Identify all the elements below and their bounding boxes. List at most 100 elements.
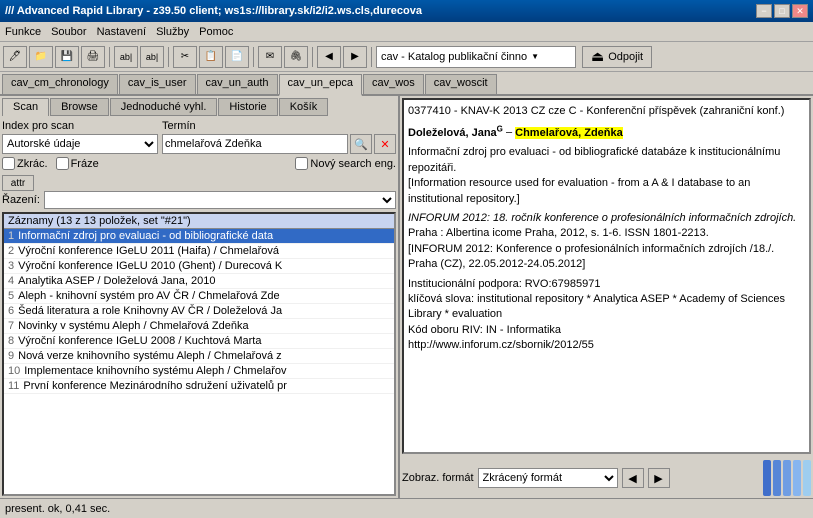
- tb-icon-11[interactable]: 🖇: [284, 46, 308, 68]
- search-area: Index pro scan Autorské údaje Termín 🔍 ✕: [2, 120, 396, 154]
- dropdown-arrow-icon: ▼: [531, 52, 539, 61]
- format-select[interactable]: Zkrácený formát: [478, 468, 618, 488]
- attr-button[interactable]: attr: [2, 175, 34, 191]
- index-box: Index pro scan Autorské údaje: [2, 120, 158, 154]
- tb-sep-2: [168, 47, 169, 67]
- tb-icon-5[interactable]: ab|: [114, 46, 138, 68]
- tb-icon-3[interactable]: 💾: [55, 46, 79, 68]
- detail-source2: [INFORUM 2012: Konference o profesionáln…: [408, 242, 805, 273]
- detail-url: http://www.inforum.cz/sbornik/2012/55: [408, 338, 805, 353]
- result-item[interactable]: 2Výroční konference IGeLU 2011 (Haifa) /…: [4, 244, 394, 259]
- tb-icon-1[interactable]: 🖊: [3, 46, 27, 68]
- tab-jednoduche[interactable]: Jednoduché vyhl.: [110, 98, 218, 116]
- top-tabs: cav_cm_chronology cav_is_user cav_un_aut…: [0, 72, 813, 96]
- term-input[interactable]: [162, 134, 348, 154]
- menu-nastaveni[interactable]: Nastavení: [97, 26, 147, 38]
- detail-line1: 0377410 - KNAV-K 2013 CZ cze C - Konfere…: [408, 104, 805, 119]
- detail-desc: Informační zdroj pro evaluaci - od bibli…: [408, 145, 805, 176]
- term-box: Termín 🔍 ✕: [162, 120, 396, 154]
- check-novy[interactable]: Nový search eng.: [295, 157, 396, 170]
- disconnect-button[interactable]: ⏏ Odpojit: [582, 46, 652, 68]
- author1: Doleželová, JanaG: [408, 127, 503, 139]
- stripe-bar-5: [803, 460, 811, 496]
- result-item[interactable]: 8Výroční konference IGeLU 2008 / Kuchtov…: [4, 334, 394, 349]
- format-row: Zobraz. formát Zkrácený formát ◀ ▶: [402, 457, 811, 496]
- tb-sep-4: [312, 47, 313, 67]
- tb-sep-3: [253, 47, 254, 67]
- tab-cav-wos[interactable]: cav_wos: [363, 74, 424, 94]
- tb-icon-4[interactable]: 🖨: [81, 46, 105, 68]
- sort-row: Řazení:: [2, 191, 396, 209]
- maximize-button[interactable]: □: [774, 4, 790, 18]
- index-select[interactable]: Autorské údaje: [2, 134, 158, 154]
- tab-cav-is-user[interactable]: cav_is_user: [119, 74, 196, 94]
- check-zkrac-input[interactable]: [2, 157, 15, 170]
- close-button[interactable]: ✕: [792, 4, 808, 18]
- tab-kosik[interactable]: Košík: [279, 98, 329, 116]
- title-bar: /// Advanced Rapid Library - z39.50 clie…: [0, 0, 813, 22]
- term-row: 🔍 ✕: [162, 134, 396, 154]
- tb-icon-10[interactable]: ✉: [258, 46, 282, 68]
- result-item[interactable]: 10Implementace knihovního systému Aleph …: [4, 364, 394, 379]
- detail-text: 0377410 - KNAV-K 2013 CZ cze C - Konfere…: [402, 98, 811, 454]
- tab-cav-un-auth[interactable]: cav_un_auth: [197, 74, 278, 94]
- format-btn-1[interactable]: ◀: [622, 468, 644, 488]
- tab-scan[interactable]: Scan: [2, 98, 49, 116]
- check-novy-input[interactable]: [295, 157, 308, 170]
- result-item[interactable]: 4Analytika ASEP / Doleželová Jana, 2010: [4, 274, 394, 289]
- result-item[interactable]: 11První konference Mezinárodního sdružen…: [4, 379, 394, 394]
- stripe-bar-4: [793, 460, 801, 496]
- detail-support: Institucionální podpora: RVO:67985971: [408, 277, 805, 292]
- result-item[interactable]: 5Aleph - knihovní systém pro AV ČR / Chm…: [4, 289, 394, 304]
- result-item[interactable]: 6Šedá literatura a role Knihovny AV ČR /…: [4, 304, 394, 319]
- check-fraze-input[interactable]: [56, 157, 69, 170]
- decorative-stripe: [763, 460, 811, 496]
- toolbar: 🖊 📁 💾 🖨 ab| ab| ✂ 📋 📄 ✉ 🖇 ◀ ▶ cav - Kata…: [0, 42, 813, 72]
- format-btn-2[interactable]: ▶: [648, 468, 670, 488]
- detail-keywords: klíčová slova: institutional repository …: [408, 292, 805, 323]
- clear-btn[interactable]: ✕: [374, 134, 396, 154]
- format-label: Zobraz. formát: [402, 472, 474, 484]
- tb-catalog-dropdown[interactable]: cav - Katalog publikační činno ▼: [376, 46, 576, 68]
- detail-authors: Doleželová, JanaG – Chmelařová, Zdeňka: [408, 123, 805, 141]
- result-item[interactable]: 1Informační zdroj pro evaluaci - od bibl…: [4, 229, 394, 244]
- right-panel: 0377410 - KNAV-K 2013 CZ cze C - Konfere…: [400, 96, 813, 498]
- sort-select[interactable]: [44, 191, 396, 209]
- stripe-bar-2: [773, 460, 781, 496]
- check-row: Zkrác. Fráze Nový search eng.: [2, 157, 396, 170]
- tb-sep-5: [371, 47, 372, 67]
- menu-funkce[interactable]: Funkce: [5, 26, 41, 38]
- title-bar-buttons: − □ ✕: [756, 4, 808, 18]
- result-item[interactable]: 3Výroční konference IGeLU 2010 (Ghent) /…: [4, 259, 394, 274]
- tab-cav-un-epca[interactable]: cav_un_epca: [279, 74, 362, 96]
- tb-forward-button[interactable]: ▶: [343, 46, 367, 68]
- tb-icon-2[interactable]: 📁: [29, 46, 53, 68]
- tab-browse[interactable]: Browse: [50, 98, 109, 116]
- tab-cav-cm-chronology[interactable]: cav_cm_chronology: [2, 74, 118, 94]
- menu-pomoc[interactable]: Pomoc: [199, 26, 233, 38]
- main-content: Scan Browse Jednoduché vyhl. Historie Ko…: [0, 96, 813, 498]
- search-icon-btn[interactable]: 🔍: [350, 134, 372, 154]
- tb-icon-7[interactable]: ✂: [173, 46, 197, 68]
- tb-icon-8[interactable]: 📋: [199, 46, 223, 68]
- tb-icon-9[interactable]: 📄: [225, 46, 249, 68]
- result-item[interactable]: 7Novinky v systému Aleph / Chmelařová Zd…: [4, 319, 394, 334]
- index-label: Index pro scan: [2, 120, 158, 132]
- minimize-button[interactable]: −: [756, 4, 772, 18]
- result-item[interactable]: 9Nová verze knihovního systému Aleph / C…: [4, 349, 394, 364]
- menu-sluzby[interactable]: Služby: [156, 26, 189, 38]
- left-panel: Scan Browse Jednoduché vyhl. Historie Ko…: [0, 96, 400, 498]
- tab-historie[interactable]: Historie: [218, 98, 277, 116]
- tab-cav-woscit[interactable]: cav_woscit: [425, 74, 497, 94]
- title-bar-text: /// Advanced Rapid Library - z39.50 clie…: [5, 5, 422, 17]
- stripe-bar-1: [763, 460, 771, 496]
- check-zkrac[interactable]: Zkrác.: [2, 157, 48, 170]
- results-list[interactable]: Záznamy (13 z 13 položek, set "#21") 1In…: [2, 212, 396, 496]
- detail-code: Kód oboru RIV: IN - Informatika: [408, 323, 805, 338]
- term-label: Termín: [162, 120, 396, 132]
- sort-label: Řazení:: [2, 194, 40, 206]
- tb-icon-6[interactable]: ab|: [140, 46, 164, 68]
- check-fraze[interactable]: Fráze: [56, 157, 99, 170]
- menu-soubor[interactable]: Soubor: [51, 26, 86, 38]
- tb-back-button[interactable]: ◀: [317, 46, 341, 68]
